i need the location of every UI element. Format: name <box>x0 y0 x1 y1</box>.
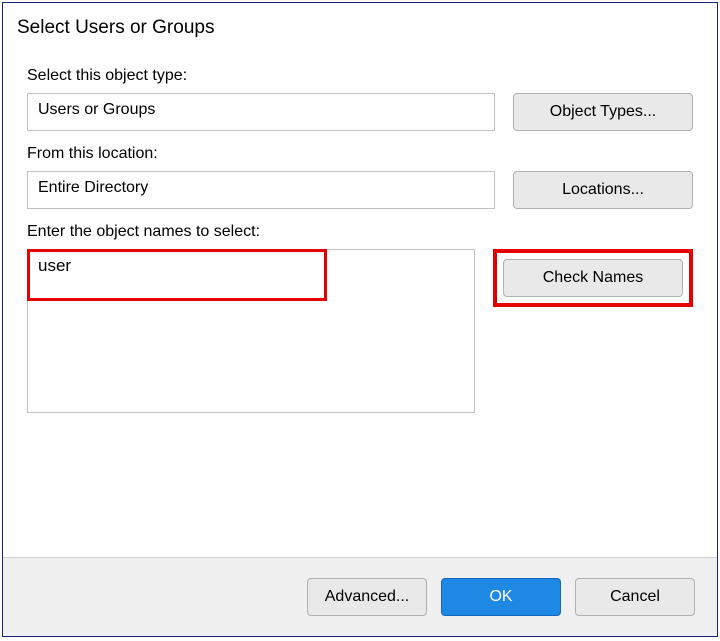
location-field: Entire Directory <box>27 171 495 209</box>
advanced-button[interactable]: Advanced... <box>307 578 427 616</box>
object-names-input[interactable] <box>27 249 475 413</box>
check-names-button[interactable]: Check Names <box>503 259 683 297</box>
highlight-button-annotation: Check Names <box>493 249 693 307</box>
cancel-button[interactable]: Cancel <box>575 578 695 616</box>
object-names-label: Enter the object names to select: <box>27 223 693 241</box>
object-types-button[interactable]: Object Types... <box>513 93 693 131</box>
locations-button[interactable]: Locations... <box>513 171 693 209</box>
dialog-footer: Advanced... OK Cancel <box>3 557 717 636</box>
location-label: From this location: <box>27 145 693 163</box>
select-users-dialog: Select Users or Groups Select this objec… <box>2 2 718 637</box>
dialog-title: Select Users or Groups <box>3 3 717 47</box>
object-type-field: Users or Groups <box>27 93 495 131</box>
dialog-body: Select this object type: Users or Groups… <box>3 47 717 427</box>
ok-button[interactable]: OK <box>441 578 561 616</box>
object-type-label: Select this object type: <box>27 67 693 85</box>
